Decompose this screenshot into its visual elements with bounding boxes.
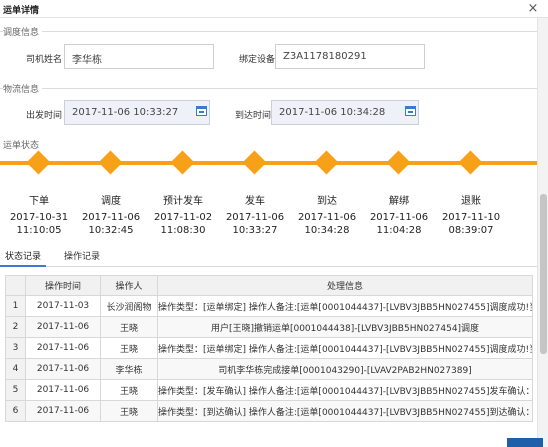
scrollbar-thumb[interactable] [540, 194, 547, 354]
row-number: 2 [5, 316, 26, 338]
status-stage-marker [242, 150, 267, 175]
status-stage-marker [26, 150, 51, 175]
tab-status-records[interactable]: 状态记录 [5, 249, 41, 262]
stage-date: 2017-11-02 [153, 212, 213, 223]
table-row[interactable]: 4 2017-11-06 李华栋 司机李华栋完成接单[0001043290]-[… [5, 358, 533, 380]
operator-cell: 长沙润阁物 [100, 295, 158, 317]
status-stage: 解绑 2017-11-06 11:04:28 [359, 192, 439, 236]
process-info-cell: 操作类型：[运单绑定] 操作人备注:[运单[0001044437]-[LVBV3… [157, 295, 533, 317]
depart-time-field[interactable]: 2017-11-06 10:33:27 [64, 100, 210, 125]
operator-cell: 王晓 [100, 337, 158, 359]
stage-time: 10:34:28 [304, 225, 350, 236]
operator-cell: 王晓 [100, 379, 158, 401]
logistics-section-divider [0, 88, 537, 89]
stage-name: 发车 [245, 196, 265, 207]
row-number: 5 [5, 379, 26, 401]
stage-time: 11:04:28 [376, 225, 422, 236]
stage-date: 2017-10-31 [9, 212, 69, 223]
dispatch-section-title: 调度信息 [3, 25, 43, 38]
driver-name-label: 司机姓名 [26, 55, 63, 65]
status-stage-marker [170, 150, 195, 175]
tab-operation-records[interactable]: 操作记录 [64, 249, 100, 262]
bound-device-label: 绑定设备 [239, 55, 276, 65]
calendar-icon[interactable] [196, 106, 207, 116]
stage-name: 调度 [101, 196, 121, 207]
status-stage: 预计发车 2017-11-02 11:08:30 [143, 192, 223, 236]
table-row[interactable]: 3 2017-11-06 王晓 操作类型：[运单绑定] 操作人备注:[运单[00… [5, 337, 533, 359]
process-info-cell: 用户[王晓]撤销运单[0001044438]-[LVBV3JBB5HN02745… [157, 316, 533, 338]
operation-time-cell: 2017-11-06 [25, 400, 101, 422]
operator-cell: 王晓 [100, 400, 158, 422]
status-stage: 到达 2017-11-06 10:34:28 [287, 192, 367, 236]
table-row[interactable]: 1 2017-11-03 长沙润阁物 操作类型：[运单绑定] 操作人备注:[运单… [5, 295, 533, 317]
row-number: 1 [5, 295, 26, 317]
stage-name: 下单 [29, 196, 49, 207]
operation-time-cell: 2017-11-06 [25, 316, 101, 338]
table-row[interactable]: 2 2017-11-06 王晓 用户[王晓]撤销运单[0001044438]-[… [5, 316, 533, 338]
status-stage: 退账 2017-11-10 08:39:07 [431, 192, 511, 236]
calendar-icon[interactable] [405, 106, 416, 116]
row-number: 4 [5, 358, 26, 380]
process-info-header[interactable]: 处理信息 [157, 275, 533, 296]
status-stage: 调度 2017-11-06 10:32:45 [71, 192, 151, 236]
arrive-time-label: 到达时间 [235, 111, 272, 121]
stage-time: 11:10:05 [16, 225, 62, 236]
stage-date: 2017-11-10 [441, 212, 501, 223]
operator-cell: 李华栋 [100, 358, 158, 380]
stage-time: 08:39:07 [448, 225, 494, 236]
record-tabs: 状态记录 操作记录 [0, 245, 537, 267]
stage-name: 到达 [317, 196, 337, 207]
close-icon[interactable]: × [526, 2, 540, 16]
stage-date: 2017-11-06 [81, 212, 141, 223]
bottom-action-button[interactable] [507, 438, 543, 447]
arrive-time-field[interactable]: 2017-11-06 10:34:28 [271, 100, 419, 125]
stage-name: 退账 [461, 196, 481, 207]
status-stage-marker [458, 150, 483, 175]
operator-cell: 王晓 [100, 316, 158, 338]
row-number: 3 [5, 337, 26, 359]
process-info-cell: 操作类型：[运单绑定] 操作人备注:[运单[0001044437]-[LVBV3… [157, 337, 533, 359]
active-tab-indicator [0, 265, 46, 267]
stage-name: 预计发车 [163, 196, 203, 207]
table-row[interactable]: 6 2017-11-06 王晓 操作类型：[到达确认] 操作人备注:[运单[00… [5, 400, 533, 422]
dispatch-section-divider [0, 31, 537, 32]
stage-date: 2017-11-06 [369, 212, 429, 223]
status-timeline [0, 161, 537, 165]
stage-date: 2017-11-06 [225, 212, 285, 223]
table-row[interactable]: 5 2017-11-06 王晓 操作类型：[发车确认] 操作人备注:[运单[00… [5, 379, 533, 401]
bound-device-field[interactable]: Z3A1178180291 [275, 44, 425, 69]
operator-header[interactable]: 操作人 [100, 275, 158, 296]
table-header-row: 操作时间 操作人 处理信息 [5, 275, 533, 296]
driver-name-field[interactable]: 李华栋 [64, 44, 214, 69]
logistics-section-title: 物流信息 [3, 82, 43, 95]
status-stage-marker [386, 150, 411, 175]
stage-date: 2017-11-06 [297, 212, 357, 223]
operation-time-cell: 2017-11-03 [25, 295, 101, 317]
operation-time-cell: 2017-11-06 [25, 337, 101, 359]
window-title: 运单详情 [3, 6, 40, 16]
stage-time: 10:33:27 [232, 225, 278, 236]
operation-time-cell: 2017-11-06 [25, 358, 101, 380]
status-stage-marker [314, 150, 339, 175]
waybill-status-title: 运单状态 [3, 138, 43, 151]
stage-time: 10:32:45 [88, 225, 134, 236]
status-stage: 发车 2017-11-06 10:33:27 [215, 192, 295, 236]
depart-time-label: 出发时间 [26, 111, 63, 121]
status-stage-marker [98, 150, 123, 175]
status-stage: 下单 2017-10-31 11:10:05 [0, 192, 79, 236]
stage-time: 11:08:30 [160, 225, 206, 236]
operation-time-cell: 2017-11-06 [25, 379, 101, 401]
process-info-cell: 操作类型：[发车确认] 操作人备注:[运单[0001044437]-[LVBV3… [157, 379, 533, 401]
row-number-header [5, 275, 26, 296]
process-info-cell: 司机李华栋完成接单[0001043290]-[LVAV2PAB2HN027389… [157, 358, 533, 380]
process-info-cell: 操作类型：[到达确认] 操作人备注:[运单[0001044437]-[LVBV3… [157, 400, 533, 422]
stage-name: 解绑 [389, 196, 409, 207]
operation-time-header[interactable]: 操作时间 [25, 275, 101, 296]
window-titlebar: 运单详情 × [0, 0, 548, 18]
vertical-scrollbar[interactable] [537, 18, 548, 447]
records-table: 操作时间 操作人 处理信息 1 2017-11-03 长沙润阁物 操作类型：[运… [5, 275, 533, 422]
row-number: 6 [5, 400, 26, 422]
